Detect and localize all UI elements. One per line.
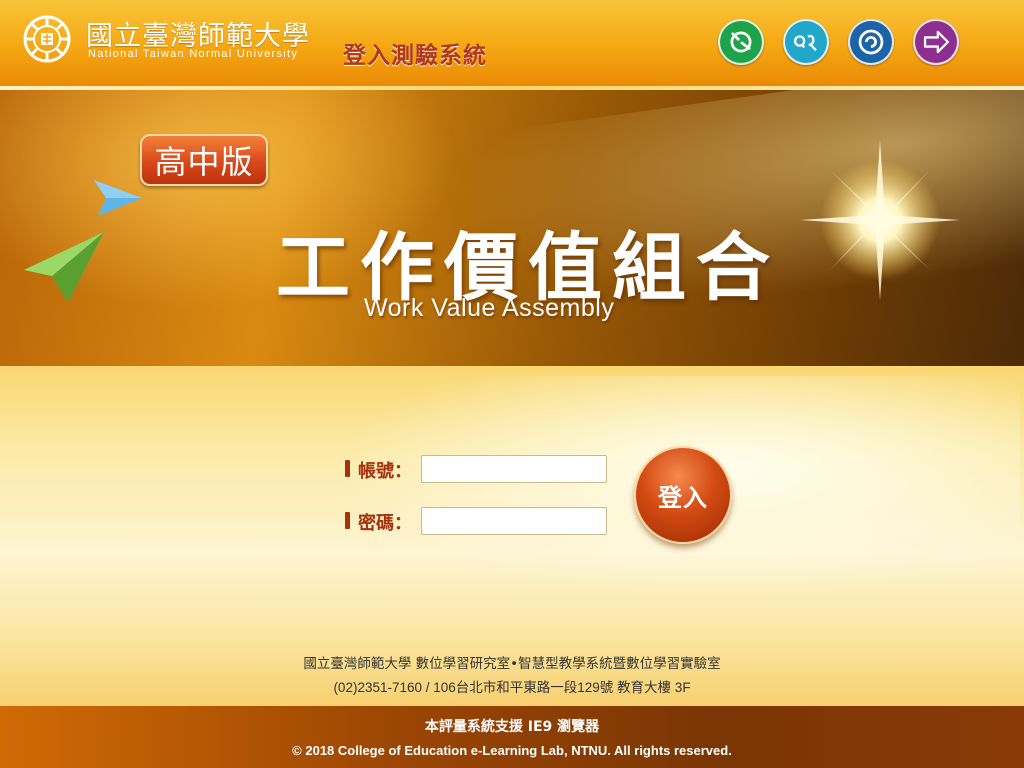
purple-arrow-icon[interactable] <box>913 19 959 65</box>
account-marker <box>345 460 350 477</box>
ntnu-logo-icon <box>23 15 71 63</box>
password-marker <box>345 512 350 529</box>
hero-banner: 高中版 工作價值組合 Work Value Assembly <box>0 90 1024 366</box>
university-name-en: National Taiwan Normal University <box>88 48 299 60</box>
senior-high-badge: 高中版 <box>140 134 268 186</box>
lab-name: 國立臺灣師範大學 數位學習研究室•智慧型教學系統暨數位學習實驗室 <box>303 656 721 672</box>
password-input[interactable] <box>421 507 607 535</box>
account-input[interactable] <box>421 455 607 483</box>
account-label: 帳號： <box>358 461 412 482</box>
starburst-icon <box>800 140 960 300</box>
teal-chat-icon[interactable] <box>783 19 829 65</box>
browser-support-note: 本評量系統支援 IE9 瀏覽器 <box>424 719 600 735</box>
login-title: 登入測驗系統 <box>343 43 487 69</box>
green-cycle-icon[interactable] <box>718 19 764 65</box>
top-bar: 國立臺灣師範大學 National Taiwan Normal Universi… <box>0 0 1024 86</box>
login-button[interactable]: 登入 <box>634 446 732 544</box>
green-paper-plane-icon <box>24 232 104 302</box>
lab-contact: (02)2351-7160 / 106台北市和平東路一段129號 教育大樓 3F <box>333 680 691 695</box>
blue-paper-plane-icon <box>94 180 142 216</box>
page-title-en: Work Value Assembly <box>364 294 615 322</box>
copyright: © 2018 College of Education e-Learning L… <box>292 743 732 758</box>
blue-spiral-icon[interactable] <box>848 19 894 65</box>
password-label: 密碼： <box>358 513 412 534</box>
